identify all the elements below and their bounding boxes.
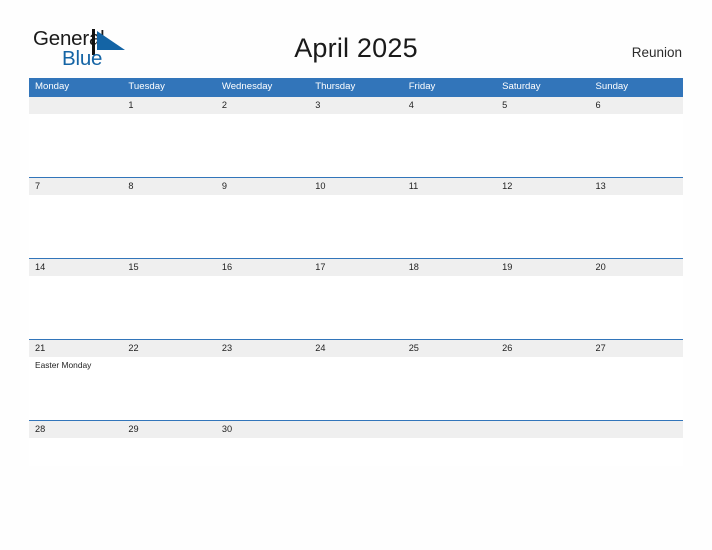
day-number[interactable]: 27 <box>590 340 683 357</box>
day-number[interactable]: 9 <box>216 178 309 195</box>
weekday-header-friday: Friday <box>408 81 436 92</box>
day-cell[interactable] <box>403 114 496 177</box>
day-number[interactable]: 18 <box>403 259 496 276</box>
week-body <box>29 438 683 466</box>
day-number[interactable] <box>496 421 589 438</box>
day-number[interactable]: 3 <box>309 97 402 114</box>
weekday-header-sunday: Sunday <box>595 81 629 92</box>
weekday-header-monday: Monday <box>35 81 70 92</box>
calendar-week-row: 14 15 16 17 18 19 20 <box>29 258 683 339</box>
page-title: April 2025 <box>294 33 418 63</box>
calendar-week-row: 21 22 23 24 25 26 27 Easter Monday <box>29 339 683 420</box>
day-number[interactable]: 24 <box>309 340 402 357</box>
day-number[interactable]: 13 <box>590 178 683 195</box>
week-date-band: 14 15 16 17 18 19 20 <box>29 259 683 276</box>
day-cell[interactable] <box>309 114 402 177</box>
day-cell[interactable] <box>309 438 402 466</box>
weekday-header-thursday: Thursday <box>315 81 356 92</box>
day-number[interactable]: 1 <box>122 97 215 114</box>
day-number[interactable]: 5 <box>496 97 589 114</box>
week-body <box>29 114 683 177</box>
weekday-header-row: Monday Tuesday Wednesday Thursday Friday… <box>29 78 683 96</box>
day-number[interactable] <box>29 97 122 114</box>
day-cell[interactable] <box>216 276 309 339</box>
day-cell[interactable] <box>590 438 683 466</box>
day-cell[interactable] <box>29 195 122 258</box>
day-cell[interactable] <box>403 195 496 258</box>
day-cell[interactable] <box>309 276 402 339</box>
day-number[interactable]: 22 <box>122 340 215 357</box>
day-cell[interactable] <box>29 276 122 339</box>
day-cell[interactable] <box>216 438 309 466</box>
day-event: Easter Monday <box>35 360 92 370</box>
calendar-page: General Blue April 2025 Reunion Monday T… <box>0 0 712 550</box>
page-header: General Blue April 2025 Reunion <box>0 0 712 78</box>
day-number[interactable]: 10 <box>309 178 402 195</box>
day-cell[interactable] <box>403 357 496 420</box>
weekday-header-tuesday: Tuesday <box>128 81 165 92</box>
week-body <box>29 195 683 258</box>
day-number[interactable]: 20 <box>590 259 683 276</box>
day-cell[interactable] <box>496 357 589 420</box>
day-cell[interactable] <box>590 114 683 177</box>
day-number[interactable]: 11 <box>403 178 496 195</box>
day-number[interactable]: 26 <box>496 340 589 357</box>
week-date-band: 28 29 30 <box>29 421 683 438</box>
day-number[interactable]: 14 <box>29 259 122 276</box>
week-date-band: 1 2 3 4 5 6 <box>29 97 683 114</box>
day-number[interactable]: 7 <box>29 178 122 195</box>
day-number[interactable]: 17 <box>309 259 402 276</box>
calendar-week-row: 1 2 3 4 5 6 <box>29 96 683 177</box>
day-number[interactable]: 2 <box>216 97 309 114</box>
day-cell[interactable] <box>122 438 215 466</box>
day-number[interactable]: 29 <box>122 421 215 438</box>
week-body <box>29 276 683 339</box>
day-cell[interactable]: Easter Monday <box>29 357 122 420</box>
day-cell[interactable] <box>29 114 122 177</box>
day-number[interactable]: 25 <box>403 340 496 357</box>
day-number[interactable]: 30 <box>216 421 309 438</box>
day-number[interactable]: 15 <box>122 259 215 276</box>
day-number[interactable]: 21 <box>29 340 122 357</box>
week-body: Easter Monday <box>29 357 683 420</box>
day-cell[interactable] <box>496 195 589 258</box>
week-date-band: 21 22 23 24 25 26 27 <box>29 340 683 357</box>
day-number[interactable] <box>309 421 402 438</box>
day-number[interactable] <box>403 421 496 438</box>
weekday-header-wednesday: Wednesday <box>221 81 273 92</box>
day-cell[interactable] <box>590 357 683 420</box>
day-cell[interactable] <box>122 195 215 258</box>
day-number[interactable]: 19 <box>496 259 589 276</box>
day-cell[interactable] <box>590 195 683 258</box>
day-number[interactable]: 23 <box>216 340 309 357</box>
day-number[interactable]: 6 <box>590 97 683 114</box>
day-cell[interactable] <box>216 114 309 177</box>
day-cell[interactable] <box>309 195 402 258</box>
day-cell[interactable] <box>216 195 309 258</box>
day-number[interactable]: 16 <box>216 259 309 276</box>
day-cell[interactable] <box>122 357 215 420</box>
calendar-grid: Monday Tuesday Wednesday Thursday Friday… <box>29 78 683 466</box>
week-date-band: 7 8 9 10 11 12 13 <box>29 178 683 195</box>
day-cell[interactable] <box>403 438 496 466</box>
region-label: Reunion <box>631 45 682 60</box>
day-cell[interactable] <box>496 114 589 177</box>
day-cell[interactable] <box>496 438 589 466</box>
day-cell[interactable] <box>403 276 496 339</box>
day-cell[interactable] <box>309 357 402 420</box>
day-number[interactable]: 4 <box>403 97 496 114</box>
weekday-header-saturday: Saturday <box>502 81 541 92</box>
day-number[interactable]: 8 <box>122 178 215 195</box>
day-cell[interactable] <box>29 438 122 466</box>
day-cell[interactable] <box>216 357 309 420</box>
day-number[interactable]: 12 <box>496 178 589 195</box>
calendar-week-row: 7 8 9 10 11 12 13 <box>29 177 683 258</box>
calendar-week-row: 28 29 30 <box>29 420 683 466</box>
day-cell[interactable] <box>496 276 589 339</box>
day-number[interactable]: 28 <box>29 421 122 438</box>
day-cell[interactable] <box>122 114 215 177</box>
day-cell[interactable] <box>122 276 215 339</box>
day-cell[interactable] <box>590 276 683 339</box>
day-number[interactable] <box>590 421 683 438</box>
